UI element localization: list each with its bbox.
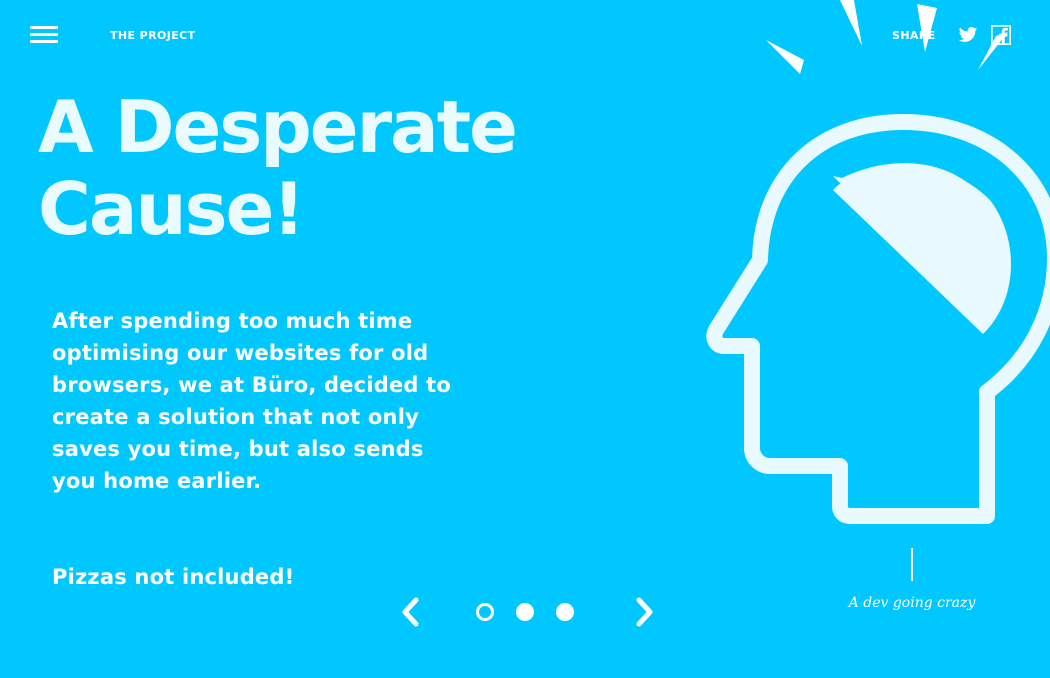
burst-ray [766,40,804,74]
tagline: Pizzas not included! [52,565,295,589]
menu-bar [30,26,58,29]
intro-paragraph: After spending too much time optimising … [52,309,452,493]
title-line: Cause! [38,167,305,251]
title-line: A Desperate [38,85,518,169]
twitter-icon[interactable] [958,25,978,45]
head-silhouette-icon [706,0,1050,524]
illustration-caption: A dev going crazy [848,595,976,611]
share-label: SHARE [892,29,936,42]
menu-bar [30,33,58,36]
menu-bar [30,40,58,43]
burst-ray [840,0,862,46]
burst-ray [917,4,937,52]
slider-dot[interactable] [556,603,574,621]
brain-shape [833,165,1011,334]
hamburger-menu-icon[interactable] [30,26,58,44]
slider-dot-active[interactable] [476,603,494,621]
page-title: A Desperate Cause! [38,85,518,251]
facebook-icon[interactable] [991,25,1011,45]
nav-link-the-project[interactable]: THE PROJECT [110,29,196,42]
slider-dot[interactable] [516,603,534,621]
caption-divider [911,548,913,581]
chevron-right-icon[interactable] [632,596,656,628]
chevron-left-icon[interactable] [399,596,423,628]
